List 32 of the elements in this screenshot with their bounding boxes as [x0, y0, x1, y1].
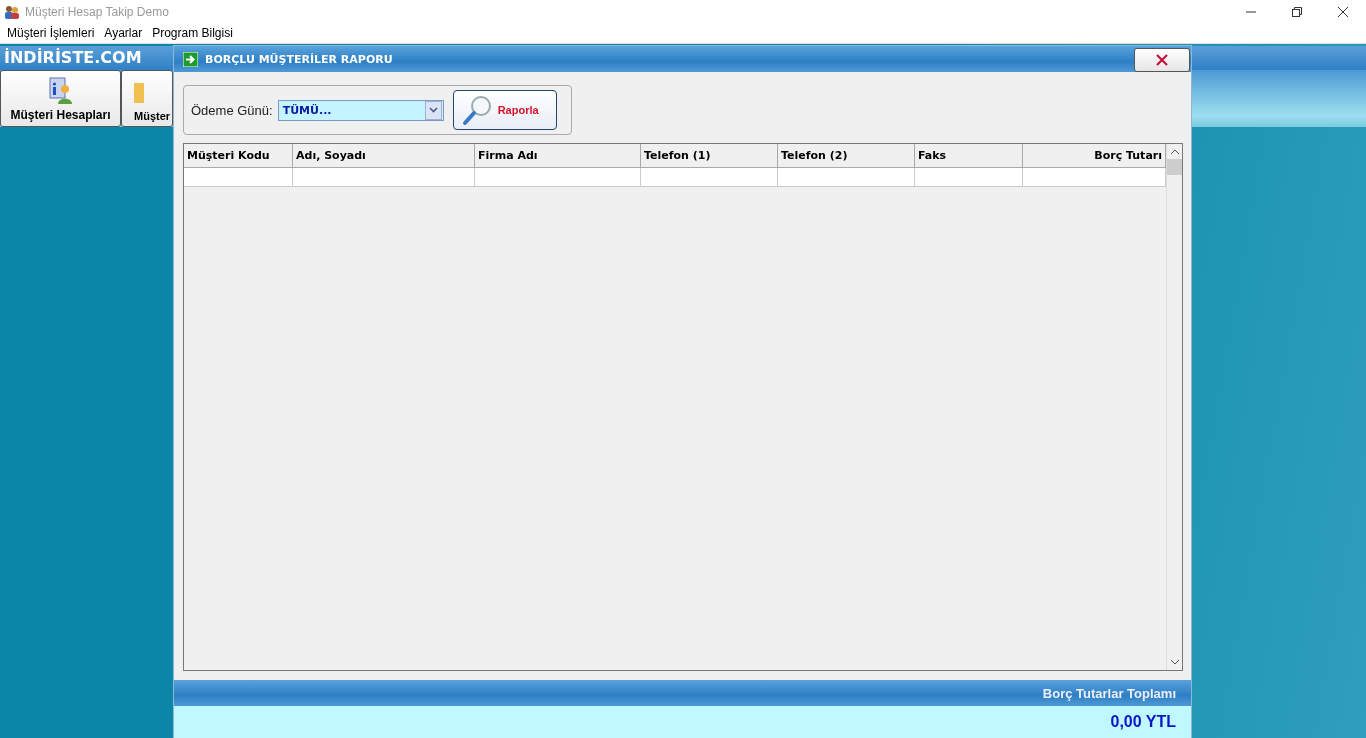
- column-header[interactable]: Borç Tutarı: [1023, 144, 1166, 168]
- report-button[interactable]: Raporla: [452, 90, 557, 130]
- magnifier-icon: [461, 94, 494, 126]
- window-title: Müşteri Hesap Takip Demo: [25, 4, 169, 19]
- contact-card-icon: [47, 77, 74, 105]
- arrow-icon: [183, 51, 198, 67]
- menu-item[interactable]: Ayarlar: [99, 26, 148, 40]
- people-icon: [4, 3, 20, 20]
- restore-icon: [1292, 6, 1302, 17]
- scrollbar[interactable]: [1166, 144, 1182, 670]
- scroll-thumb[interactable]: [1167, 159, 1182, 175]
- toolbar-button[interactable]: Müşter: [121, 70, 174, 127]
- column-header[interactable]: Adı, Soyadı: [293, 144, 475, 168]
- menu-item[interactable]: Müşteri İşlemleri: [2, 26, 100, 40]
- column-header[interactable]: Telefon (1): [641, 144, 778, 168]
- scroll-up-icon[interactable]: [1169, 148, 1180, 156]
- total-label: Borç Tutarlar Toplamı: [1042, 685, 1176, 701]
- toolbar-button[interactable]: Müşteri Hesapları: [0, 70, 121, 127]
- menu-item[interactable]: Program Bilgisi: [147, 26, 238, 40]
- column-header[interactable]: Firma Adı: [475, 144, 641, 168]
- close-icon: [1156, 53, 1168, 66]
- total-amount: 0,00 YTL: [1110, 713, 1176, 731]
- scroll-down-icon[interactable]: [1169, 658, 1180, 666]
- payment-day-label: Ödeme Günü:: [191, 102, 273, 118]
- caret-icon: [424, 100, 442, 120]
- close-icon: [1338, 6, 1348, 17]
- close-button[interactable]: [1134, 47, 1190, 72]
- dialog-title: BORÇLU MÜŞTERİLER RAPORU: [205, 52, 393, 66]
- column-header[interactable]: Telefon (2): [778, 144, 915, 168]
- column-header[interactable]: Faks: [915, 144, 1023, 168]
- column-header[interactable]: Müşteri Kodu: [184, 144, 293, 168]
- payment-day-dropdown[interactable]: TÜMÜ...: [277, 99, 444, 121]
